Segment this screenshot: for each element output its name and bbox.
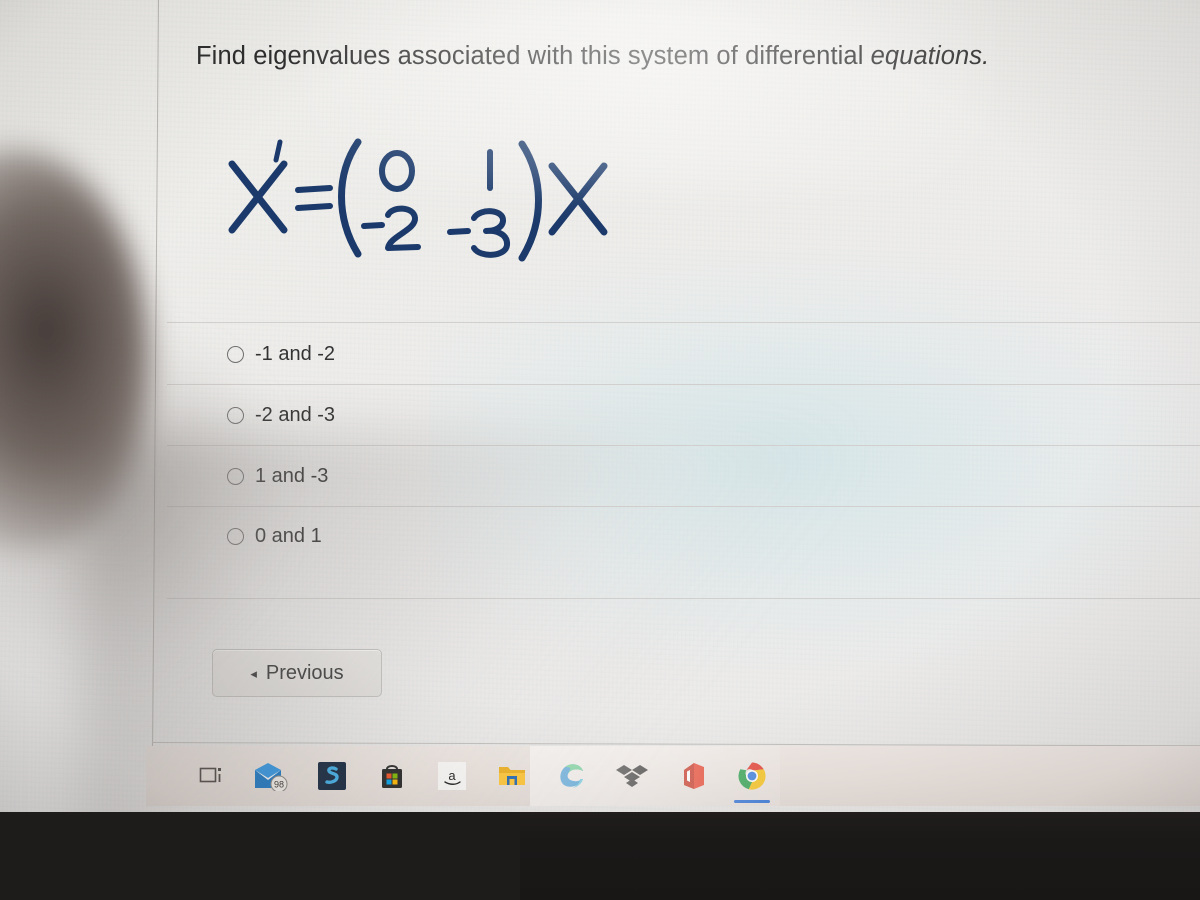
option-divider bbox=[167, 322, 1200, 323]
google-chrome-icon bbox=[738, 762, 766, 790]
file-explorer-button[interactable] bbox=[482, 746, 542, 806]
task-view-icon bbox=[199, 767, 221, 783]
microsoft-store-icon bbox=[382, 765, 402, 788]
handwritten-equation bbox=[222, 126, 642, 266]
dropbox-button[interactable] bbox=[602, 746, 662, 806]
microsoft-edge-icon bbox=[560, 764, 583, 788]
answer-option-2[interactable]: -2 and -3 bbox=[227, 400, 335, 430]
taskbar-active-indicator bbox=[734, 800, 770, 803]
answer-option-label: -2 and -3 bbox=[255, 404, 336, 426]
mail-button[interactable]: 98 bbox=[242, 746, 302, 806]
question-text-italic: equations. bbox=[870, 42, 990, 70]
windows-taskbar: 98 a bbox=[146, 746, 1200, 806]
question-text: Find eigenvalues associated with this sy… bbox=[196, 42, 1096, 71]
photo-of-laptop-screen: Find eigenvalues associated with this sy… bbox=[0, 0, 1200, 900]
microsoft-store-button[interactable] bbox=[362, 746, 422, 806]
microsoft-edge-button[interactable] bbox=[542, 746, 602, 806]
microsoft-office-button[interactable] bbox=[662, 746, 722, 806]
previous-button[interactable]: ◂ Previous bbox=[212, 649, 382, 697]
amazon-icon: a bbox=[438, 762, 466, 790]
answer-option-1[interactable]: -1 and -2 bbox=[227, 339, 335, 369]
option-divider bbox=[167, 506, 1200, 507]
option-divider bbox=[167, 384, 1200, 385]
microsoft-office-icon bbox=[684, 763, 704, 789]
answer-option-3[interactable]: 1 and -3 bbox=[227, 461, 328, 491]
task-view-button[interactable] bbox=[182, 746, 242, 806]
answer-option-label: -1 and -2 bbox=[255, 343, 336, 365]
radio-button[interactable] bbox=[227, 467, 244, 485]
dropbox-icon bbox=[616, 765, 648, 787]
skype-icon bbox=[318, 762, 346, 790]
mail-icon: 98 bbox=[255, 763, 288, 791]
desk-surface-left bbox=[0, 805, 520, 900]
radio-button[interactable] bbox=[227, 406, 244, 424]
previous-button-label: Previous bbox=[265, 661, 344, 684]
lcd-moire-texture bbox=[0, 0, 1200, 812]
amazon-button[interactable]: a bbox=[422, 746, 482, 806]
screen-color-cast bbox=[430, 250, 1200, 670]
answer-option-4[interactable]: 0 and 1 bbox=[227, 521, 322, 551]
answer-option-label: 0 and 1 bbox=[255, 525, 322, 547]
photo-vignette bbox=[0, 0, 1200, 812]
option-divider bbox=[167, 598, 1200, 599]
radio-button[interactable] bbox=[227, 527, 244, 545]
option-divider bbox=[167, 445, 1200, 446]
radio-button[interactable] bbox=[227, 345, 244, 363]
google-chrome-button[interactable] bbox=[722, 746, 782, 806]
question-text-plain: Find eigenvalues associated with this sy… bbox=[196, 42, 871, 70]
laptop-screen: Find eigenvalues associated with this sy… bbox=[0, 0, 1200, 812]
answer-option-label: 1 and -3 bbox=[255, 465, 329, 487]
soft-shadow-blob bbox=[0, 330, 280, 660]
dark-object-blur bbox=[0, 150, 150, 550]
content-left-border bbox=[152, 0, 159, 754]
caret-left-icon: ◂ bbox=[250, 665, 257, 681]
skype-button[interactable] bbox=[302, 746, 362, 806]
svg-text:a: a bbox=[448, 768, 456, 783]
file-explorer-icon bbox=[499, 767, 525, 785]
mail-badge-count: 98 bbox=[274, 780, 284, 790]
